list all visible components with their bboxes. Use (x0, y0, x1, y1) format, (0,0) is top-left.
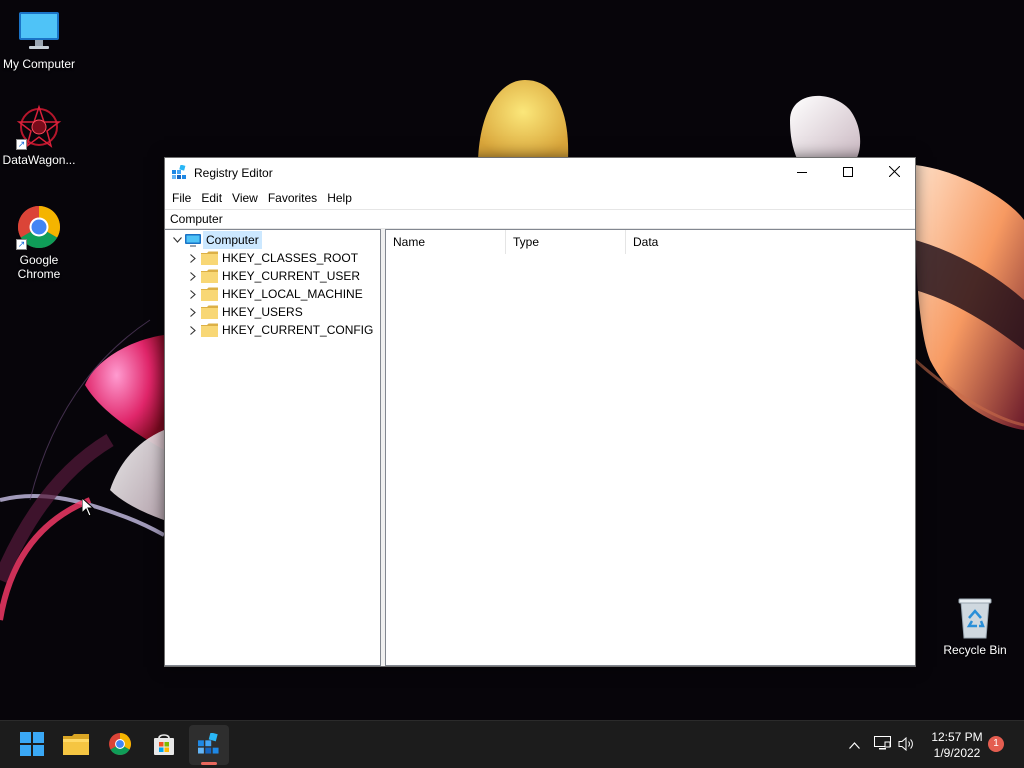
menu-favorites[interactable]: Favorites (263, 187, 322, 209)
column-header-type[interactable]: Type (506, 230, 626, 254)
clock-date: 1/9/2022 (933, 746, 981, 760)
menu-file[interactable]: File (167, 187, 196, 209)
taskbar-chrome[interactable] (100, 725, 140, 765)
address-bar[interactable]: Computer (165, 209, 915, 229)
title-bar[interactable]: Registry Editor (165, 158, 915, 187)
clock-time: 12:57 PM (931, 730, 983, 744)
network-button[interactable] (872, 721, 892, 768)
taskbar-file-explorer[interactable] (56, 725, 96, 765)
desktop-icon-label: Google Chrome (17, 253, 61, 281)
close-icon (888, 165, 900, 180)
shortcut-arrow-icon: ↗ (16, 239, 27, 250)
taskbar-registry-editor[interactable] (189, 725, 229, 765)
desktop-icon-label: DataWagon... (2, 153, 76, 167)
desktop-icon-my-computer[interactable]: My Computer (0, 8, 78, 71)
desktop-icon-google-chrome[interactable]: ↗ Google Chrome (0, 204, 78, 281)
column-headers: Name Type Data (386, 230, 915, 254)
chevron-right-icon[interactable] (188, 303, 198, 321)
values-list-pane[interactable]: Name Type Data (385, 229, 915, 666)
tree-item-hkey-current-config[interactable]: HKEY_CURRENT_CONFIG (165, 321, 379, 339)
desktop-icon-datawagon[interactable]: ↗ DataWagon... (0, 104, 78, 167)
tree-item-hkey-current-user[interactable]: HKEY_CURRENT_USER (165, 267, 379, 285)
chevron-right-icon[interactable] (188, 249, 198, 267)
tree-item-label: HKEY_CURRENT_CONFIG (222, 323, 374, 337)
volume-button[interactable] (896, 721, 916, 768)
tree-item-computer[interactable]: Computer (165, 231, 379, 249)
key-tree-pane[interactable]: Computer HKEY_CLASSES_ROOT HKEY_CURRENT_… (165, 229, 381, 666)
mouse-cursor-icon (81, 496, 95, 520)
recycle-bin-icon (955, 596, 995, 640)
column-header-name[interactable]: Name (386, 230, 506, 254)
desktop-icon-recycle-bin[interactable]: Recycle Bin (936, 596, 1014, 657)
file-explorer-icon (63, 733, 89, 758)
folder-icon (201, 323, 218, 342)
tree-item-label: HKEY_LOCAL_MACHINE (222, 287, 363, 301)
column-header-data[interactable]: Data (626, 230, 746, 254)
notification-badge[interactable]: 1 (988, 736, 1004, 752)
microsoft-store-icon (152, 732, 176, 759)
registry-editor-icon (172, 164, 187, 183)
datawagon-icon: ↗ (16, 104, 62, 150)
maximize-button[interactable] (825, 158, 871, 187)
minimize-icon (797, 166, 807, 180)
chrome-icon: ↗ (16, 204, 62, 250)
registry-editor-icon (198, 731, 220, 758)
taskbar: 12:57 PM 1/9/2022 (0, 720, 1024, 768)
shortcut-arrow-icon: ↗ (16, 139, 27, 150)
active-app-indicator (201, 762, 217, 765)
taskbar-microsoft-store[interactable] (144, 725, 184, 765)
menu-view[interactable]: View (227, 187, 263, 209)
show-hidden-icons-button[interactable] (844, 721, 864, 768)
chrome-icon (108, 732, 132, 759)
tree-item-label: HKEY_CLASSES_ROOT (222, 251, 359, 265)
desktop-icon-label: Recycle Bin (943, 643, 1007, 657)
close-button[interactable] (871, 158, 917, 187)
window-title: Registry Editor (194, 166, 273, 180)
tree-item-label: Computer (203, 231, 262, 249)
network-icon (873, 736, 891, 754)
windows-start-icon (20, 731, 44, 759)
menu-help[interactable]: Help (322, 187, 357, 209)
registry-editor-window[interactable]: Registry Editor File Edit View Favorites… (164, 157, 916, 667)
desktop-icon-label: My Computer (2, 57, 76, 71)
minimize-button[interactable] (779, 158, 825, 187)
chevron-down-icon[interactable] (172, 231, 182, 249)
tree-item-label: HKEY_CURRENT_USER (222, 269, 361, 283)
chevron-up-icon (848, 738, 860, 752)
chevron-right-icon[interactable] (188, 321, 198, 339)
chevron-right-icon[interactable] (188, 267, 198, 285)
maximize-icon (843, 166, 853, 180)
clock[interactable]: 12:57 PM 1/9/2022 (926, 729, 988, 761)
tree-item-hkey-local-machine[interactable]: HKEY_LOCAL_MACHINE (165, 285, 379, 303)
tree-item-hkey-users[interactable]: HKEY_USERS (165, 303, 379, 321)
monitor-icon (16, 8, 62, 54)
start-button[interactable] (12, 725, 52, 765)
tree-item-label: HKEY_USERS (222, 305, 303, 319)
volume-icon (898, 736, 914, 754)
menu-edit[interactable]: Edit (196, 187, 227, 209)
tree-item-hkey-classes-root[interactable]: HKEY_CLASSES_ROOT (165, 249, 379, 267)
chevron-right-icon[interactable] (188, 285, 198, 303)
menu-bar: File Edit View Favorites Help (165, 187, 915, 209)
